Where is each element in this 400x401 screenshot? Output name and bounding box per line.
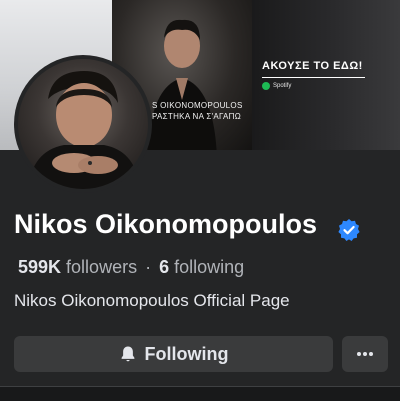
avatar[interactable] — [14, 55, 152, 193]
following-button-label: Following — [144, 343, 229, 364]
following-count: 6 — [159, 257, 170, 277]
verified-badge-icon — [338, 219, 360, 241]
stats-separator: · — [145, 257, 152, 277]
profile-name: Nikos Oikonomopoulos — [14, 209, 318, 239]
bell-icon — [121, 346, 134, 362]
spotify-badge: Spotify — [262, 82, 291, 90]
more-options-button[interactable] — [342, 336, 388, 372]
section-divider — [0, 386, 400, 401]
followers-count: 599K — [18, 257, 62, 277]
following-button[interactable]: Following — [14, 336, 333, 372]
listen-cta-underline — [262, 77, 365, 78]
spotify-logo-icon — [262, 82, 270, 90]
avatar-photo — [18, 59, 148, 189]
more-icon — [357, 352, 373, 356]
following-link[interactable]: 6 following — [159, 257, 244, 277]
album-label: S OIKONOMOPOULOS ΡΑΣΤΗΚΑ ΝΑ Σ'ΑΓΑΠΩ — [152, 100, 252, 122]
followers-label: followers — [66, 257, 138, 277]
following-label: following — [174, 257, 245, 277]
followers-link[interactable]: 599K followers — [18, 257, 137, 277]
profile-stats: 599K followers · 6 following — [18, 257, 244, 278]
avatar-figure — [28, 71, 140, 189]
profile-bio: Nikos Oikonomopoulos Official Page — [14, 291, 290, 310]
cover-right-panel — [252, 0, 400, 150]
album-title-text: ΡΑΣΤΗΚΑ ΝΑ Σ'ΑΓΑΠΩ — [152, 112, 242, 121]
listen-cta-text: ΑΚΟΥΣΕ ΤΟ ΕΔΩ! — [262, 60, 363, 72]
album-artist-figure — [147, 19, 217, 150]
album-artist-text: S OIKONOMOPOULOS — [152, 101, 243, 110]
spotify-label: Spotify — [273, 83, 292, 89]
